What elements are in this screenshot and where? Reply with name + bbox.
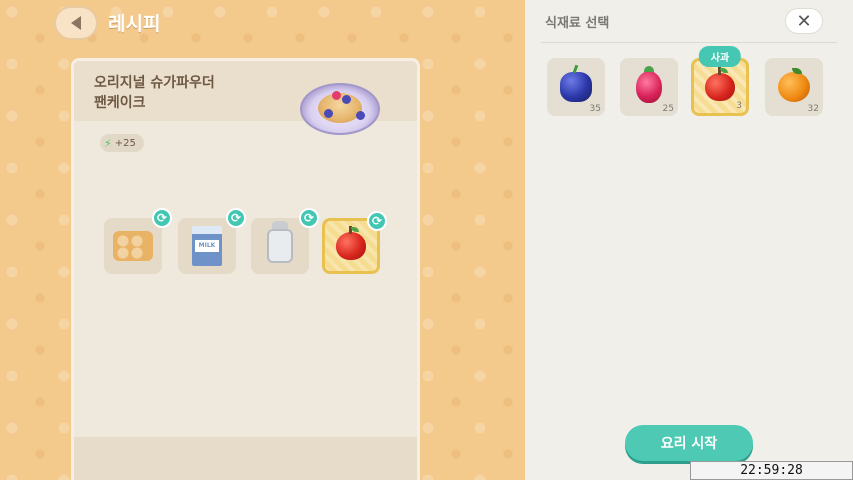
energy-badge: ⚡ +25: [100, 134, 144, 152]
swap-icon[interactable]: ⟳: [226, 208, 246, 228]
milk-label: MILK: [195, 240, 219, 252]
raspberry-icon: [636, 66, 662, 103]
back-button[interactable]: [54, 6, 98, 40]
apple-icon: [705, 67, 735, 101]
berry-topping: [342, 95, 351, 104]
recipe-name: 오리지널 슈가파우더 팬케이크: [94, 73, 284, 113]
item-slot-raspberry[interactable]: 25: [620, 58, 678, 116]
energy-bolt-icon: ⚡: [104, 136, 112, 150]
item-slot-orange[interactable]: 32: [765, 58, 823, 116]
item-slot-blackberry[interactable]: 35: [547, 58, 605, 116]
ingredient-slot-egg[interactable]: ⟳: [104, 208, 172, 274]
close-icon: ✕: [796, 10, 812, 32]
page-title: 레시피: [108, 13, 161, 35]
divider: [541, 42, 837, 43]
berry-topping: [324, 109, 333, 118]
swap-icon[interactable]: ⟳: [367, 211, 387, 231]
clock-overlay: 22:59:28: [690, 461, 853, 480]
back-arrow-icon: [71, 16, 81, 30]
ingredient-select-panel: 식재료 선택 ✕ 35 25 3 사과 32 요리 시작: [525, 0, 853, 480]
egg-carton-icon: [113, 231, 153, 261]
berry-topping: [332, 91, 341, 100]
start-cooking-button[interactable]: 요리 시작: [625, 425, 753, 461]
energy-value: +25: [114, 137, 136, 149]
item-tooltip: 사과: [698, 46, 742, 67]
recipe-card: 오리지널 슈가파우더 팬케이크 ⚡ +25 ⟳ MILK ⟳ ⟳ ⟳: [71, 58, 420, 480]
ingredient-slot-sugar[interactable]: ⟳: [251, 208, 319, 274]
recipe-name-text: 오리지널 슈가파우더 팬케이크: [94, 75, 215, 111]
item-count: 25: [662, 104, 674, 114]
apple-icon: [336, 226, 366, 260]
berry-topping: [356, 111, 365, 120]
item-slot-apple[interactable]: 3 사과: [691, 46, 749, 116]
panel-title: 식재료 선택: [545, 16, 610, 31]
ingredient-slot-milk[interactable]: MILK ⟳: [178, 208, 246, 274]
item-count: 35: [589, 104, 601, 114]
recipe-card-footer: [74, 437, 417, 480]
swap-icon[interactable]: ⟳: [152, 208, 172, 228]
blackberry-icon: [560, 72, 592, 102]
item-count: 3: [736, 101, 742, 111]
ingredient-slot-apple[interactable]: ⟳: [322, 211, 387, 274]
sugar-jar-icon: [267, 221, 293, 263]
item-count: 32: [807, 104, 819, 114]
close-button[interactable]: ✕: [785, 8, 823, 34]
swap-icon[interactable]: ⟳: [299, 208, 319, 228]
milk-carton-icon: MILK: [192, 226, 222, 266]
orange-icon: [778, 68, 810, 102]
